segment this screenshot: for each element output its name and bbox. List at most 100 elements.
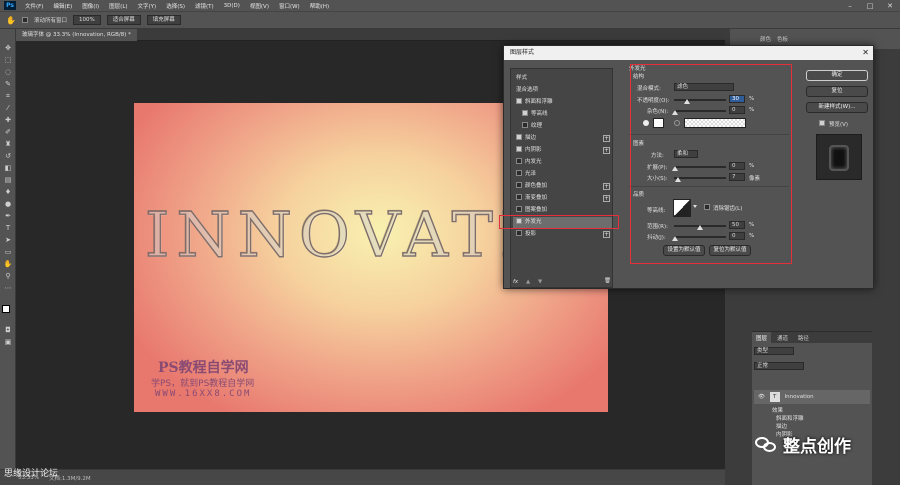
style-label: 斜面和浮雕 <box>525 99 553 105</box>
style-list-item[interactable]: 光泽 <box>513 169 612 180</box>
style-checkbox[interactable] <box>516 98 522 104</box>
add-effect-icon[interactable]: + <box>603 147 610 154</box>
move-down-icon[interactable]: ▼ <box>538 279 542 285</box>
pen-tool-icon[interactable]: ✒ <box>3 211 13 221</box>
menu-filter[interactable]: 滤镜(T) <box>190 2 219 10</box>
new-style-button[interactable]: 新建样式(W)... <box>806 102 868 113</box>
brush-tool-icon[interactable]: ✐ <box>3 127 13 137</box>
menu-window[interactable]: 窗口(W) <box>274 2 305 10</box>
style-checkbox[interactable] <box>516 194 522 200</box>
minimize-icon[interactable]: – <box>840 0 860 11</box>
tab-channels[interactable]: 通道 <box>773 332 792 344</box>
effect-item[interactable]: 斜面和浮雕 <box>754 414 870 422</box>
healing-tool-icon[interactable]: ✚ <box>3 115 13 125</box>
style-checkbox[interactable] <box>516 182 522 188</box>
menu-layer[interactable]: 图层(L) <box>104 2 132 10</box>
style-list-item[interactable]: 渐变叠加 + <box>513 193 612 204</box>
style-list-item[interactable]: 样式 <box>513 73 612 84</box>
style-checkbox[interactable] <box>516 146 522 152</box>
menu-3d[interactable]: 3D(D) <box>219 3 245 9</box>
menu-type[interactable]: 文字(Y) <box>133 2 162 10</box>
eyedropper-tool-icon[interactable]: ⁄ <box>3 103 13 113</box>
menu-help[interactable]: 帮助(H) <box>305 2 334 10</box>
reset-button[interactable]: 复位 <box>806 86 868 97</box>
eye-icon[interactable]: 👁 <box>758 394 765 400</box>
style-list-item[interactable]: 投影 + <box>513 229 612 240</box>
quick-select-tool-icon[interactable]: ✎ <box>3 79 13 89</box>
eraser-tool-icon[interactable]: ◧ <box>3 163 13 173</box>
style-label: 描边 <box>525 135 537 141</box>
layer-blend-mode[interactable]: 正常 <box>754 362 804 370</box>
style-checkbox[interactable] <box>522 122 528 128</box>
fx-icon[interactable]: fx <box>513 279 518 285</box>
style-list-item[interactable]: 内发光 <box>513 157 612 168</box>
menu-edit[interactable]: 编辑(E) <box>48 2 77 10</box>
scroll-all-checkbox[interactable] <box>21 17 28 23</box>
style-list-item[interactable]: 描边 + <box>513 133 612 144</box>
add-effect-icon[interactable]: + <box>603 183 610 190</box>
add-effect-icon[interactable]: + <box>603 195 610 202</box>
layer-row[interactable]: 👁 T Innovation <box>754 390 870 404</box>
style-checkbox[interactable] <box>516 206 522 212</box>
add-effect-icon[interactable]: + <box>603 135 610 142</box>
more-tools-icon[interactable]: ⋯ <box>3 283 13 293</box>
marquee-tool-icon[interactable]: ⬚ <box>3 55 13 65</box>
style-list-item[interactable]: 等高线 <box>513 109 612 120</box>
dodge-tool-icon[interactable]: ● <box>3 199 13 209</box>
style-list-item[interactable]: 混合选项 <box>513 85 612 96</box>
ok-button[interactable]: 确定 <box>806 70 868 81</box>
effect-item[interactable]: 描边 <box>754 422 870 430</box>
fit-screen-button[interactable]: 适合屏幕 <box>106 15 141 25</box>
screen-mode-icon[interactable]: ▣ <box>3 337 13 347</box>
move-up-icon[interactable]: ▲ <box>526 279 530 285</box>
style-list-item[interactable]: 内阴影 + <box>513 145 612 156</box>
tab-swatches[interactable]: 色板 <box>777 35 788 43</box>
style-checkbox[interactable] <box>516 170 522 176</box>
crop-tool-icon[interactable]: ⌗ <box>3 91 13 101</box>
preview-checkbox[interactable] <box>819 120 825 126</box>
stamp-tool-icon[interactable]: ♜ <box>3 139 13 149</box>
layer-kind-value: 类型 <box>757 348 769 354</box>
style-list-item[interactable]: 颜色叠加 + <box>513 181 612 192</box>
menu-image[interactable]: 图像(I) <box>77 2 104 10</box>
style-checkbox[interactable] <box>516 158 522 164</box>
trash-icon[interactable]: 🗑 <box>604 278 611 284</box>
type-tool-icon[interactable]: T <box>3 223 13 233</box>
effects-row[interactable]: 效果 <box>754 406 870 414</box>
maximize-icon[interactable]: □ <box>860 0 880 11</box>
style-checkbox[interactable] <box>516 230 522 236</box>
blur-tool-icon[interactable]: ♦ <box>3 187 13 197</box>
document-tab[interactable]: 玻璃字体 @ 33.3% (Innovation, RGB/8) * <box>16 29 137 41</box>
zoom-100-button[interactable]: 100% <box>72 15 101 25</box>
layer-kind-filter[interactable]: 类型 <box>754 347 794 355</box>
style-checkbox[interactable] <box>516 134 522 140</box>
watermark-subtitle: 学PS，就到PS教程自学网 <box>151 379 255 389</box>
menu-select[interactable]: 选择(S) <box>161 2 190 10</box>
add-effect-icon[interactable]: + <box>603 231 610 238</box>
photoshop-logo: Ps <box>4 1 16 10</box>
style-list-item[interactable]: 纹理 <box>513 121 612 132</box>
tab-layers[interactable]: 图层 <box>752 332 772 344</box>
zoom-tool-icon[interactable]: ⚲ <box>3 271 13 281</box>
quick-mask-icon[interactable]: ◘ <box>3 325 13 335</box>
fill-screen-button[interactable]: 填充屏幕 <box>146 15 181 25</box>
shape-tool-icon[interactable]: ▭ <box>3 247 13 257</box>
foreground-color-swatch[interactable] <box>2 305 10 313</box>
move-tool-icon[interactable]: ✥ <box>3 43 13 53</box>
gradient-tool-icon[interactable]: ▤ <box>3 175 13 185</box>
menu-file[interactable]: 文件(F) <box>20 2 48 10</box>
window-controls: – □ ✕ <box>840 0 900 11</box>
menu-view[interactable]: 视图(V) <box>245 2 274 10</box>
style-checkbox[interactable] <box>522 110 528 116</box>
tab-color[interactable]: 颜色 <box>760 35 771 43</box>
wechat-watermark: 整点创作 <box>755 432 851 457</box>
tab-paths[interactable]: 路径 <box>794 332 813 344</box>
style-list-item[interactable]: 斜面和浮雕 <box>513 97 612 108</box>
hand-tool-icon[interactable]: ✋ <box>3 259 13 269</box>
history-brush-icon[interactable]: ↺ <box>3 151 13 161</box>
hand-tool-icon[interactable]: ✋ <box>6 16 16 25</box>
close-icon[interactable]: ✕ <box>862 46 869 60</box>
close-icon[interactable]: ✕ <box>880 0 900 11</box>
lasso-tool-icon[interactable]: ◌ <box>3 67 13 77</box>
path-select-icon[interactable]: ➤ <box>3 235 13 245</box>
